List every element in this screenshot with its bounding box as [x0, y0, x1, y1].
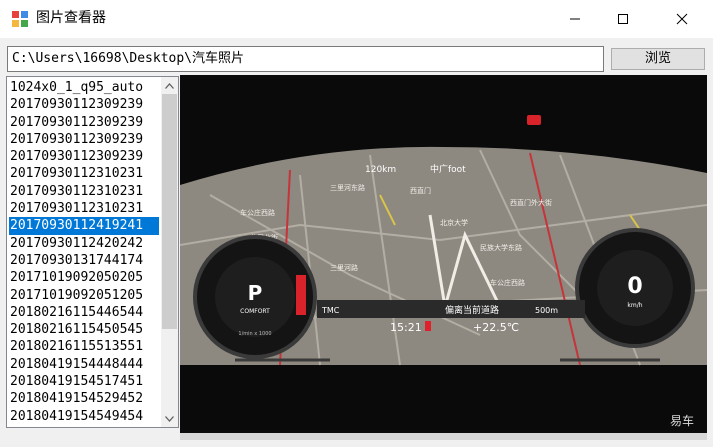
- list-item[interactable]: 20170930112419241: [9, 217, 159, 235]
- chevron-down-icon: [165, 415, 174, 422]
- file-list: 1024x0_1_q95_auto 20170930112309239 201709…: [9, 79, 159, 425]
- list-item[interactable]: 20170930112309239: [9, 131, 159, 148]
- list-item[interactable]: 20170930112309239: [9, 114, 159, 131]
- warning-lamp: [527, 115, 541, 125]
- maximize-icon: [618, 14, 628, 24]
- radio-text: 中广foot: [430, 163, 466, 175]
- scroll-down-button[interactable]: [161, 410, 178, 427]
- list-item[interactable]: 20170930112310231: [9, 200, 159, 217]
- window-title: 图片查看器: [36, 10, 106, 26]
- list-item[interactable]: 20180419154517451: [9, 373, 159, 390]
- speed-value: 0: [627, 274, 642, 299]
- scroll-thumb[interactable]: [162, 94, 177, 329]
- map-label: 三里河东路: [330, 183, 365, 192]
- list-item[interactable]: 20170930112310231: [9, 183, 159, 200]
- close-button[interactable]: [659, 0, 705, 38]
- list-item[interactable]: 20170930131744174: [9, 252, 159, 269]
- map-label: 西直门外大街: [510, 198, 552, 207]
- list-item[interactable]: 20170930112309239: [9, 148, 159, 165]
- maximize-button[interactable]: [600, 0, 646, 38]
- list-item[interactable]: 20180216115450545: [9, 321, 159, 338]
- outside-temp: +22.5℃: [473, 321, 519, 334]
- rpm-unit: 1/min x 1000: [238, 331, 271, 337]
- list-item[interactable]: 20170930112310231: [9, 165, 159, 182]
- map-label: 民族大学东路: [480, 243, 522, 252]
- list-scrollbar[interactable]: [161, 77, 178, 427]
- minimize-icon: [570, 18, 580, 20]
- list-item[interactable]: 20180419154448444: [9, 356, 159, 373]
- list-item[interactable]: 20180216115513551: [9, 338, 159, 355]
- speed-unit: km/h: [627, 302, 642, 309]
- list-item[interactable]: 20180419154529452: [9, 390, 159, 407]
- map-label: 三里河路: [330, 263, 358, 272]
- map-label: 车公庄西路: [240, 208, 275, 217]
- chevron-up-icon: [165, 82, 174, 89]
- image-preview: 120km 中广foot 三里河东路西直门北京大学车公庄西路西直门外大街北展北街…: [180, 75, 707, 440]
- list-item[interactable]: 1024x0_1_q95_auto: [9, 79, 159, 96]
- list-item[interactable]: 20170930112309239: [9, 96, 159, 113]
- range-text: 120km: [365, 165, 396, 175]
- list-item[interactable]: 20180419154549454: [9, 408, 159, 425]
- list-item[interactable]: 20170930112420242: [9, 235, 159, 252]
- file-listbox[interactable]: 1024x0_1_q95_auto 20170930112309239 201709…: [6, 76, 179, 428]
- map-label: 北京大学: [440, 218, 468, 227]
- drive-mode: COMFORT: [240, 308, 270, 315]
- dashboard-photo: 120km 中广foot 三里河东路西直门北京大学车公庄西路西直门外大街北展北街…: [180, 75, 707, 440]
- map-label: 西直门: [410, 186, 431, 195]
- scroll-up-button[interactable]: [161, 77, 178, 94]
- close-icon: [676, 13, 688, 25]
- nav-distance: 500m: [535, 306, 558, 315]
- map-label: 车公庄西路: [490, 278, 525, 287]
- gear-indicator: P: [248, 281, 263, 305]
- path-input[interactable]: C:\Users\16698\Desktop\汽车照片: [7, 46, 604, 72]
- nav-street: 偏离当前道路: [445, 304, 499, 316]
- browse-button[interactable]: 浏览: [611, 48, 705, 70]
- minimize-button[interactable]: [552, 0, 598, 38]
- list-item[interactable]: 20171019092051205: [9, 287, 159, 304]
- list-item[interactable]: 20171019092050205: [9, 269, 159, 286]
- clock-text: 15:21: [390, 321, 422, 334]
- list-item[interactable]: 20180216115446544: [9, 304, 159, 321]
- watermark: 易车: [670, 413, 694, 428]
- app-icon: [11, 10, 29, 28]
- title-bar: 图片查看器: [0, 0, 713, 38]
- tmc-label: TMC: [321, 306, 340, 315]
